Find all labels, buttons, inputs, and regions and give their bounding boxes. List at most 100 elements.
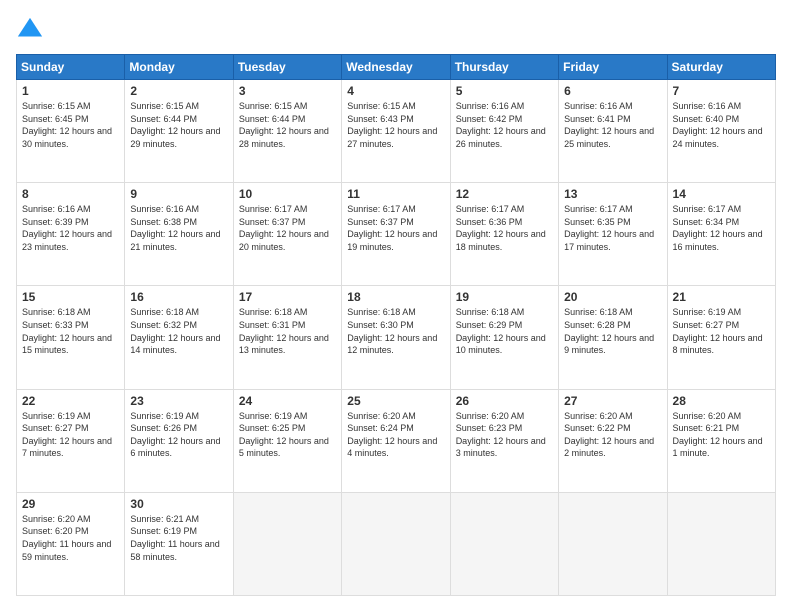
calendar-cell: 17 Sunrise: 6:18 AMSunset: 6:31 PMDaylig… bbox=[233, 286, 341, 389]
day-number: 23 bbox=[130, 394, 227, 408]
day-info: Sunrise: 6:18 AMSunset: 6:33 PMDaylight:… bbox=[22, 306, 119, 356]
calendar-cell bbox=[342, 492, 450, 595]
day-info: Sunrise: 6:17 AMSunset: 6:35 PMDaylight:… bbox=[564, 203, 661, 253]
calendar-cell: 5 Sunrise: 6:16 AMSunset: 6:42 PMDayligh… bbox=[450, 80, 558, 183]
day-number: 9 bbox=[130, 187, 227, 201]
day-info: Sunrise: 6:16 AMSunset: 6:41 PMDaylight:… bbox=[564, 100, 661, 150]
day-number: 8 bbox=[22, 187, 119, 201]
day-number: 7 bbox=[673, 84, 770, 98]
day-number: 22 bbox=[22, 394, 119, 408]
day-number: 2 bbox=[130, 84, 227, 98]
day-number: 24 bbox=[239, 394, 336, 408]
day-info: Sunrise: 6:16 AMSunset: 6:39 PMDaylight:… bbox=[22, 203, 119, 253]
day-number: 27 bbox=[564, 394, 661, 408]
day-info: Sunrise: 6:19 AMSunset: 6:27 PMDaylight:… bbox=[22, 410, 119, 460]
calendar-cell: 4 Sunrise: 6:15 AMSunset: 6:43 PMDayligh… bbox=[342, 80, 450, 183]
day-number: 14 bbox=[673, 187, 770, 201]
day-number: 15 bbox=[22, 290, 119, 304]
day-info: Sunrise: 6:20 AMSunset: 6:21 PMDaylight:… bbox=[673, 410, 770, 460]
calendar-cell bbox=[450, 492, 558, 595]
calendar-table: SundayMondayTuesdayWednesdayThursdayFrid… bbox=[16, 54, 776, 596]
calendar-cell: 29 Sunrise: 6:20 AMSunset: 6:20 PMDaylig… bbox=[17, 492, 125, 595]
calendar-cell: 20 Sunrise: 6:18 AMSunset: 6:28 PMDaylig… bbox=[559, 286, 667, 389]
day-info: Sunrise: 6:18 AMSunset: 6:29 PMDaylight:… bbox=[456, 306, 553, 356]
day-info: Sunrise: 6:21 AMSunset: 6:19 PMDaylight:… bbox=[130, 513, 227, 563]
calendar-cell: 14 Sunrise: 6:17 AMSunset: 6:34 PMDaylig… bbox=[667, 183, 775, 286]
day-info: Sunrise: 6:20 AMSunset: 6:23 PMDaylight:… bbox=[456, 410, 553, 460]
day-info: Sunrise: 6:18 AMSunset: 6:30 PMDaylight:… bbox=[347, 306, 444, 356]
day-number: 3 bbox=[239, 84, 336, 98]
day-info: Sunrise: 6:16 AMSunset: 6:42 PMDaylight:… bbox=[456, 100, 553, 150]
day-info: Sunrise: 6:15 AMSunset: 6:45 PMDaylight:… bbox=[22, 100, 119, 150]
logo-icon bbox=[16, 16, 44, 44]
day-number: 4 bbox=[347, 84, 444, 98]
day-header-thursday: Thursday bbox=[450, 55, 558, 80]
calendar-cell: 11 Sunrise: 6:17 AMSunset: 6:37 PMDaylig… bbox=[342, 183, 450, 286]
calendar-cell: 6 Sunrise: 6:16 AMSunset: 6:41 PMDayligh… bbox=[559, 80, 667, 183]
day-header-sunday: Sunday bbox=[17, 55, 125, 80]
day-info: Sunrise: 6:18 AMSunset: 6:32 PMDaylight:… bbox=[130, 306, 227, 356]
calendar-week-4: 22 Sunrise: 6:19 AMSunset: 6:27 PMDaylig… bbox=[17, 389, 776, 492]
day-info: Sunrise: 6:20 AMSunset: 6:24 PMDaylight:… bbox=[347, 410, 444, 460]
calendar-cell bbox=[667, 492, 775, 595]
day-info: Sunrise: 6:18 AMSunset: 6:31 PMDaylight:… bbox=[239, 306, 336, 356]
day-info: Sunrise: 6:19 AMSunset: 6:27 PMDaylight:… bbox=[673, 306, 770, 356]
calendar-cell: 15 Sunrise: 6:18 AMSunset: 6:33 PMDaylig… bbox=[17, 286, 125, 389]
day-info: Sunrise: 6:17 AMSunset: 6:36 PMDaylight:… bbox=[456, 203, 553, 253]
day-number: 10 bbox=[239, 187, 336, 201]
calendar-header-row: SundayMondayTuesdayWednesdayThursdayFrid… bbox=[17, 55, 776, 80]
calendar-cell: 1 Sunrise: 6:15 AMSunset: 6:45 PMDayligh… bbox=[17, 80, 125, 183]
day-number: 20 bbox=[564, 290, 661, 304]
day-number: 5 bbox=[456, 84, 553, 98]
day-header-saturday: Saturday bbox=[667, 55, 775, 80]
day-header-friday: Friday bbox=[559, 55, 667, 80]
day-info: Sunrise: 6:17 AMSunset: 6:37 PMDaylight:… bbox=[239, 203, 336, 253]
calendar-cell: 24 Sunrise: 6:19 AMSunset: 6:25 PMDaylig… bbox=[233, 389, 341, 492]
day-number: 28 bbox=[673, 394, 770, 408]
calendar-week-2: 8 Sunrise: 6:16 AMSunset: 6:39 PMDayligh… bbox=[17, 183, 776, 286]
day-number: 26 bbox=[456, 394, 553, 408]
day-number: 18 bbox=[347, 290, 444, 304]
day-number: 12 bbox=[456, 187, 553, 201]
calendar-cell: 18 Sunrise: 6:18 AMSunset: 6:30 PMDaylig… bbox=[342, 286, 450, 389]
day-info: Sunrise: 6:15 AMSunset: 6:44 PMDaylight:… bbox=[239, 100, 336, 150]
day-number: 1 bbox=[22, 84, 119, 98]
header bbox=[16, 16, 776, 44]
calendar-cell: 7 Sunrise: 6:16 AMSunset: 6:40 PMDayligh… bbox=[667, 80, 775, 183]
day-number: 13 bbox=[564, 187, 661, 201]
calendar-week-3: 15 Sunrise: 6:18 AMSunset: 6:33 PMDaylig… bbox=[17, 286, 776, 389]
day-number: 6 bbox=[564, 84, 661, 98]
day-info: Sunrise: 6:16 AMSunset: 6:38 PMDaylight:… bbox=[130, 203, 227, 253]
day-info: Sunrise: 6:17 AMSunset: 6:34 PMDaylight:… bbox=[673, 203, 770, 253]
logo bbox=[16, 16, 48, 44]
calendar-cell bbox=[233, 492, 341, 595]
calendar-cell: 16 Sunrise: 6:18 AMSunset: 6:32 PMDaylig… bbox=[125, 286, 233, 389]
calendar-cell: 8 Sunrise: 6:16 AMSunset: 6:39 PMDayligh… bbox=[17, 183, 125, 286]
calendar-cell: 3 Sunrise: 6:15 AMSunset: 6:44 PMDayligh… bbox=[233, 80, 341, 183]
calendar-cell: 25 Sunrise: 6:20 AMSunset: 6:24 PMDaylig… bbox=[342, 389, 450, 492]
page: SundayMondayTuesdayWednesdayThursdayFrid… bbox=[0, 0, 792, 612]
calendar-cell: 2 Sunrise: 6:15 AMSunset: 6:44 PMDayligh… bbox=[125, 80, 233, 183]
day-info: Sunrise: 6:15 AMSunset: 6:44 PMDaylight:… bbox=[130, 100, 227, 150]
calendar-week-1: 1 Sunrise: 6:15 AMSunset: 6:45 PMDayligh… bbox=[17, 80, 776, 183]
calendar-cell: 27 Sunrise: 6:20 AMSunset: 6:22 PMDaylig… bbox=[559, 389, 667, 492]
calendar-cell: 12 Sunrise: 6:17 AMSunset: 6:36 PMDaylig… bbox=[450, 183, 558, 286]
day-info: Sunrise: 6:19 AMSunset: 6:25 PMDaylight:… bbox=[239, 410, 336, 460]
day-info: Sunrise: 6:20 AMSunset: 6:20 PMDaylight:… bbox=[22, 513, 119, 563]
day-info: Sunrise: 6:17 AMSunset: 6:37 PMDaylight:… bbox=[347, 203, 444, 253]
day-number: 19 bbox=[456, 290, 553, 304]
calendar-week-5: 29 Sunrise: 6:20 AMSunset: 6:20 PMDaylig… bbox=[17, 492, 776, 595]
day-info: Sunrise: 6:19 AMSunset: 6:26 PMDaylight:… bbox=[130, 410, 227, 460]
calendar-cell: 30 Sunrise: 6:21 AMSunset: 6:19 PMDaylig… bbox=[125, 492, 233, 595]
day-number: 16 bbox=[130, 290, 227, 304]
day-number: 29 bbox=[22, 497, 119, 511]
calendar-cell: 21 Sunrise: 6:19 AMSunset: 6:27 PMDaylig… bbox=[667, 286, 775, 389]
day-info: Sunrise: 6:16 AMSunset: 6:40 PMDaylight:… bbox=[673, 100, 770, 150]
calendar-cell: 9 Sunrise: 6:16 AMSunset: 6:38 PMDayligh… bbox=[125, 183, 233, 286]
day-number: 30 bbox=[130, 497, 227, 511]
calendar-cell bbox=[559, 492, 667, 595]
calendar-cell: 23 Sunrise: 6:19 AMSunset: 6:26 PMDaylig… bbox=[125, 389, 233, 492]
day-number: 25 bbox=[347, 394, 444, 408]
day-header-monday: Monday bbox=[125, 55, 233, 80]
calendar-cell: 19 Sunrise: 6:18 AMSunset: 6:29 PMDaylig… bbox=[450, 286, 558, 389]
